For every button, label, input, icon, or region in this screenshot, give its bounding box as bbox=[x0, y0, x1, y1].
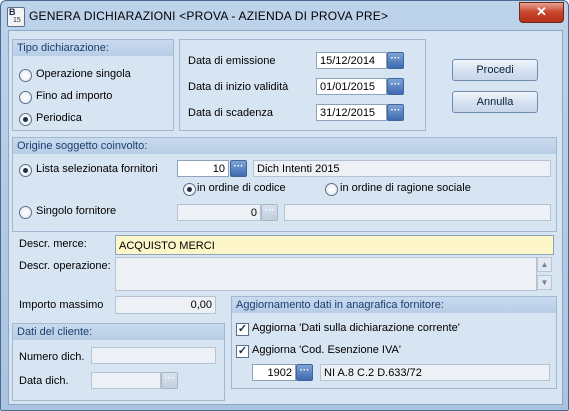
radio-lista-fornitori[interactable] bbox=[19, 164, 32, 177]
cod-esenzione-label: Aggiorna 'Cod. Esenzione IVA' bbox=[252, 344, 401, 356]
dialog-window: B 15 GENERA DICHIARAZIONI <PROVA - AZIEN… bbox=[0, 0, 569, 411]
numero-dich-input[interactable] bbox=[91, 347, 216, 364]
radio-ordine-ragione-sociale[interactable] bbox=[325, 183, 338, 196]
app-icon-number: 15 bbox=[13, 17, 21, 24]
scroll-down-icon[interactable]: ▼ bbox=[537, 275, 552, 290]
dati-cliente-title: Dati del cliente: bbox=[13, 324, 224, 340]
annulla-button[interactable]: Annulla bbox=[452, 91, 538, 113]
descr-merce-input[interactable]: ACQUISTO MERCI bbox=[115, 235, 554, 255]
scadenza-picker-button[interactable]: ··· bbox=[387, 104, 404, 121]
periodica-label: Periodica bbox=[36, 112, 82, 124]
descr-operazione-label: Descr. operazione: bbox=[19, 260, 111, 272]
data-dich-picker-button[interactable]: ··· bbox=[161, 372, 178, 389]
singolo-fornitore-input[interactable]: 0 bbox=[177, 204, 261, 221]
importo-massimo-input[interactable]: 0,00 bbox=[115, 296, 216, 314]
codice-esenzione-picker-button[interactable]: ··· bbox=[296, 364, 313, 381]
aggiornamento-group: Aggiornamento dati in anagrafica fornito… bbox=[231, 296, 557, 389]
fino-ad-importo-label: Fino ad importo bbox=[36, 90, 113, 102]
dati-cliente-group: Dati del cliente: Numero dich. Data dich… bbox=[12, 323, 225, 401]
ordine-ragione-sociale-label: in ordine di ragione sociale bbox=[340, 182, 471, 194]
lista-fornitori-input[interactable]: 10 bbox=[177, 160, 229, 177]
title-bar[interactable]: B 15 GENERA DICHIARAZIONI <PROVA - AZIEN… bbox=[1, 1, 568, 31]
inizio-picker-button[interactable]: ··· bbox=[387, 78, 404, 95]
inizio-date-input[interactable]: 01/01/2015 bbox=[316, 78, 387, 95]
codice-esenzione-description: NI A.8 C.2 D.633/72 bbox=[320, 364, 550, 381]
procedi-button[interactable]: Procedi bbox=[452, 59, 538, 81]
singolo-fornitore-label: Singolo fornitore bbox=[36, 205, 117, 217]
dialog-body: Tipo dichiarazione: Operazione singola F… bbox=[8, 30, 563, 405]
data-dich-label: Data dich. bbox=[19, 375, 69, 387]
tipo-dichiarazione-title: Tipo dichiarazione: bbox=[13, 40, 173, 56]
lista-fornitori-label: Lista selezionata fornitori bbox=[36, 163, 158, 175]
descr-merce-label: Descr. merce: bbox=[19, 238, 87, 250]
data-dich-input[interactable] bbox=[91, 372, 161, 389]
lista-fornitori-picker-button[interactable]: ··· bbox=[230, 160, 247, 177]
lista-fornitori-description: Dich Intenti 2015 bbox=[253, 160, 551, 177]
app-icon: B 15 bbox=[7, 7, 25, 27]
radio-operazione-singola[interactable] bbox=[19, 69, 32, 82]
codice-esenzione-input[interactable]: 1902 bbox=[252, 364, 296, 381]
close-button[interactable]: ✕ bbox=[519, 2, 564, 23]
ordine-codice-label: in ordine di codice bbox=[197, 182, 286, 194]
dates-group: Data di emissione 15/12/2014 ··· Data di… bbox=[179, 39, 426, 131]
singolo-fornitore-picker-button[interactable]: ··· bbox=[261, 204, 278, 221]
radio-periodica[interactable] bbox=[19, 113, 32, 126]
radio-singolo-fornitore[interactable] bbox=[19, 206, 32, 219]
dati-dichiarazione-label: Aggiorna 'Dati sulla dichiarazione corre… bbox=[252, 322, 460, 334]
singolo-fornitore-description bbox=[284, 204, 551, 221]
checkbox-dati-dichiarazione[interactable]: ✓ bbox=[236, 323, 249, 336]
inizio-label: Data di inizio validità bbox=[188, 81, 289, 93]
emissione-label: Data di emissione bbox=[188, 55, 276, 67]
numero-dich-label: Numero dich. bbox=[19, 351, 85, 363]
aggiornamento-title: Aggiornamento dati in anagrafica fornito… bbox=[232, 297, 556, 313]
scadenza-date-input[interactable]: 31/12/2015 bbox=[316, 104, 387, 121]
emissione-date-input[interactable]: 15/12/2014 bbox=[316, 52, 387, 69]
app-icon-letter: B bbox=[9, 7, 16, 17]
descr-operazione-scrollbar[interactable]: ▲ ▼ bbox=[537, 257, 552, 291]
origine-group: Origine soggetto coinvolto: Lista selezi… bbox=[12, 137, 557, 232]
descr-operazione-input[interactable] bbox=[115, 257, 537, 291]
emissione-picker-button[interactable]: ··· bbox=[387, 52, 404, 69]
tipo-dichiarazione-group: Tipo dichiarazione: Operazione singola F… bbox=[12, 39, 174, 131]
importo-massimo-label: Importo massimo bbox=[19, 299, 104, 311]
origine-title: Origine soggetto coinvolto: bbox=[13, 138, 556, 154]
scroll-up-icon[interactable]: ▲ bbox=[537, 257, 552, 272]
radio-fino-ad-importo[interactable] bbox=[19, 91, 32, 104]
operazione-singola-label: Operazione singola bbox=[36, 68, 131, 80]
scadenza-label: Data di scadenza bbox=[188, 107, 273, 119]
checkbox-cod-esenzione[interactable]: ✓ bbox=[236, 345, 249, 358]
radio-ordine-codice[interactable] bbox=[183, 183, 196, 196]
window-title: GENERA DICHIARAZIONI <PROVA - AZIENDA DI… bbox=[29, 9, 389, 23]
